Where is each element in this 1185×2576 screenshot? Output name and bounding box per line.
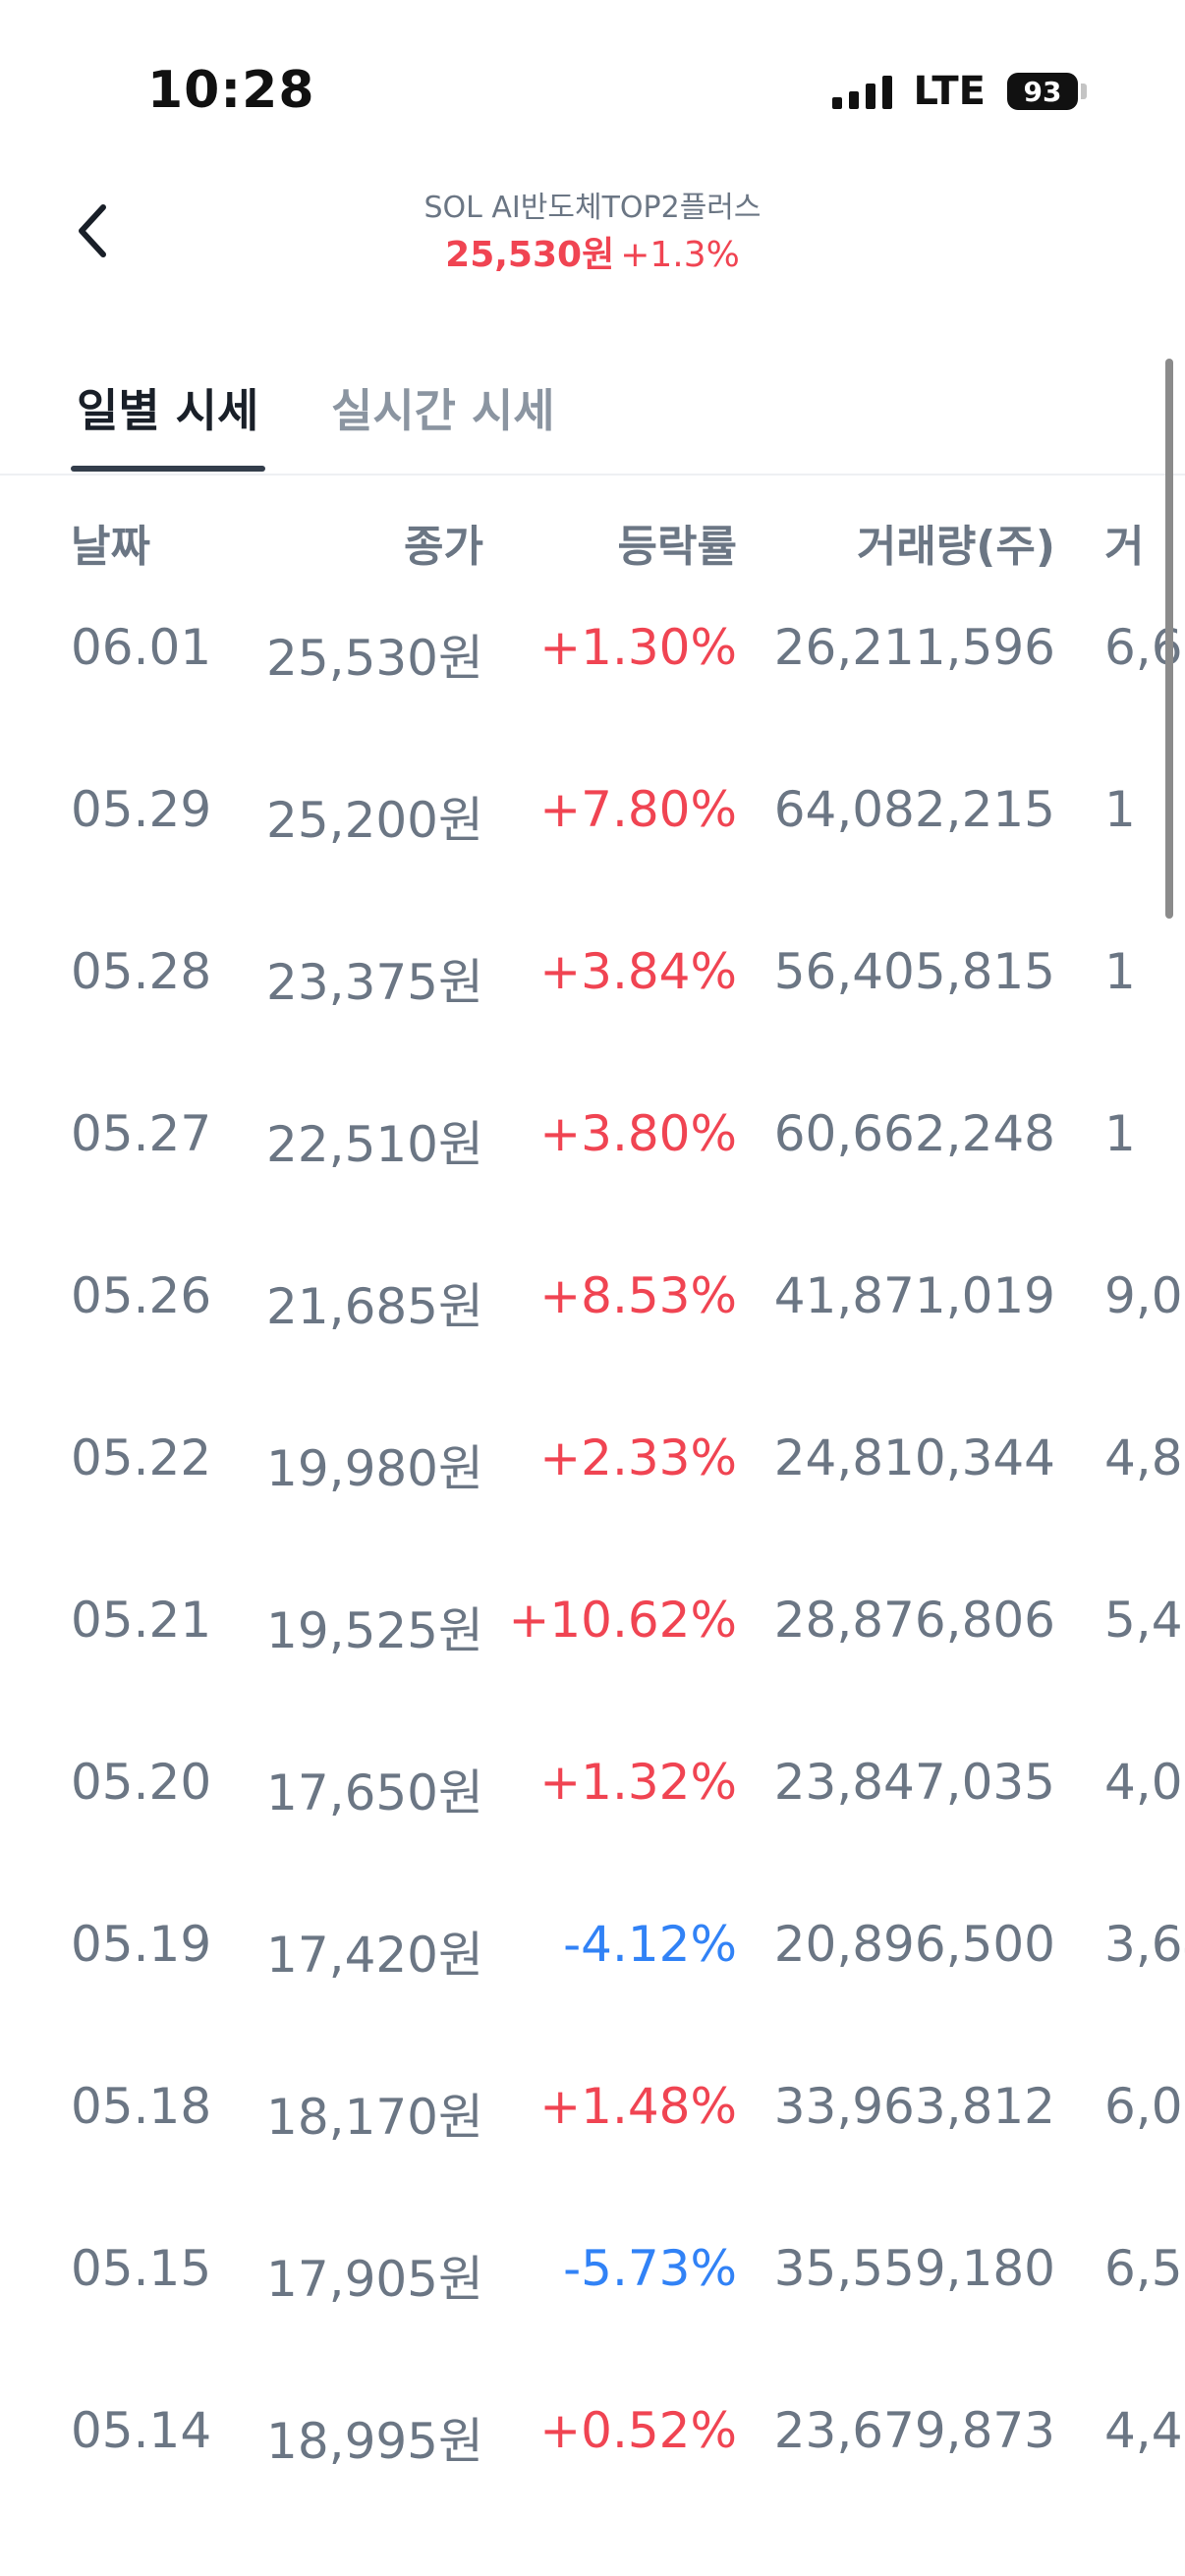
row-volume: 24,810,344 <box>773 1429 1055 1486</box>
table-row[interactable]: 05.28 23,375원 +3.84% 56,405,815 1 <box>0 943 1185 1061</box>
row-date: 05.27 <box>71 1105 212 1162</box>
row-volume: 64,082,215 <box>773 781 1055 838</box>
row-close-price: 25,200원 <box>266 792 483 849</box>
row-change-rate: -5.73% <box>563 2240 737 2297</box>
tab-realtime-price[interactable]: 실시간 시세 <box>331 375 555 440</box>
stock-price: 25,530원 <box>445 235 615 275</box>
row-close-price: 19,525원 <box>266 1602 483 1659</box>
row-change-rate: +3.80% <box>539 1105 737 1162</box>
row-change-rate: +7.80% <box>539 781 737 838</box>
row-close-price: 18,170원 <box>266 2089 483 2146</box>
row-amount: 1 <box>1104 943 1136 1000</box>
row-amount: 1 <box>1104 1105 1136 1162</box>
row-close-price: 25,530원 <box>266 630 483 687</box>
active-tab-indicator <box>71 466 265 472</box>
row-amount: 4,89 <box>1104 1429 1185 1486</box>
row-date: 06.01 <box>71 619 212 676</box>
row-close-price: 18,995원 <box>266 2413 483 2470</box>
table-row[interactable]: 05.26 21,685원 +8.53% 41,871,019 9,06 <box>0 1267 1185 1385</box>
row-date: 05.21 <box>71 1592 212 1649</box>
row-volume: 60,662,248 <box>773 1105 1055 1162</box>
row-volume: 23,679,873 <box>773 2402 1055 2459</box>
row-amount: 9,06 <box>1104 1267 1185 1324</box>
row-date: 05.15 <box>71 2240 212 2297</box>
row-date: 05.22 <box>71 1429 212 1486</box>
row-volume: 41,871,019 <box>773 1267 1055 1324</box>
stock-price-line: 25,530원 +1.3% <box>0 226 1185 277</box>
row-amount: 4,09 <box>1104 1754 1185 1811</box>
column-header-rate: 등락률 <box>617 522 737 572</box>
table-row[interactable]: 06.0125,530원+1.30%26,211,5966,62 <box>0 619 1185 737</box>
status-time: 10:28 <box>147 61 315 120</box>
table-row[interactable]: 05.22 19,980원 +2.33% 24,810,344 4,89 <box>0 1429 1185 1547</box>
row-close-price: 23,375원 <box>266 954 483 1011</box>
row-change-rate: -4.12% <box>563 1916 737 1973</box>
row-volume: 35,559,180 <box>773 2240 1055 2297</box>
row-close-price: 19,980원 <box>266 1440 483 1497</box>
row-amount: 3,64 <box>1104 1916 1185 1973</box>
signal-icon <box>831 74 892 109</box>
row-change-rate: +1.32% <box>539 1754 737 1811</box>
row-change-rate: +2.33% <box>539 1429 737 1486</box>
table-row[interactable]: 05.20 17,650원 +1.32% 23,847,035 4,09 <box>0 1754 1185 1872</box>
status-icons: LTE 93 <box>831 69 1087 114</box>
row-volume: 20,896,500 <box>773 1916 1055 1973</box>
row-volume: 23,847,035 <box>773 1754 1055 1811</box>
row-close-price: 17,420원 <box>266 1927 483 1984</box>
row-date: 05.14 <box>71 2402 212 2459</box>
header: SOL AI반도체TOP2플러스 25,530원 +1.3% <box>0 177 1185 285</box>
table-row[interactable]: 05.21 19,525원 +10.62% 28,876,806 5,49 <box>0 1592 1185 1709</box>
row-close-price: 17,650원 <box>266 1764 483 1821</box>
table-row[interactable]: 05.19 17,420원 -4.12% 20,896,500 3,64 <box>0 1916 1185 2034</box>
column-header-volume: 거래량(주) <box>856 522 1055 572</box>
scrollbar[interactable] <box>1165 359 1173 919</box>
column-header-date: 날짜 <box>71 522 150 572</box>
row-amount: 5,49 <box>1104 1592 1185 1649</box>
column-header-close: 종가 <box>404 522 483 572</box>
table-row[interactable]: 05.15 17,905원 -5.73% 35,559,180 6,58 <box>0 2240 1185 2358</box>
table-row[interactable]: 05.29 25,200원 +7.80% 64,082,215 1 <box>0 781 1185 899</box>
row-close-price: 17,905원 <box>266 2251 483 2308</box>
row-volume: 33,963,812 <box>773 2078 1055 2135</box>
row-amount: 6,02 <box>1104 2078 1185 2135</box>
battery-level: 93 <box>1023 75 1062 108</box>
battery-cap-icon <box>1081 84 1087 99</box>
row-date: 05.26 <box>71 1267 212 1324</box>
table-row[interactable]: 05.14 18,995원 +0.52% 23,679,873 4,40 <box>0 2402 1185 2520</box>
row-volume: 56,405,815 <box>773 943 1055 1000</box>
row-close-price: 22,510원 <box>266 1116 483 1173</box>
row-volume: 28,876,806 <box>773 1592 1055 1649</box>
row-date: 05.18 <box>71 2078 212 2135</box>
row-amount: 1 <box>1104 781 1136 838</box>
stock-name: SOL AI반도체TOP2플러스 <box>423 191 762 225</box>
row-date: 05.20 <box>71 1754 212 1811</box>
row-change-rate: +8.53% <box>539 1267 737 1324</box>
tab-daily-price[interactable]: 일별 시세 <box>77 375 258 440</box>
table-row[interactable]: 05.27 22,510원 +3.80% 60,662,248 1 <box>0 1105 1185 1223</box>
status-bar: 10:28 LTE 93 <box>0 0 1185 187</box>
battery-icon: 93 <box>1007 73 1078 110</box>
row-date: 05.19 <box>71 1916 212 1973</box>
tab-bar: 일별 시세 실시간 시세 <box>0 354 1185 476</box>
row-change-rate: +1.30% <box>539 619 737 676</box>
row-close-price: 21,685원 <box>266 1278 483 1335</box>
row-change-rate: +1.48% <box>539 2078 737 2135</box>
network-label: LTE <box>913 69 986 114</box>
row-date: 05.29 <box>71 781 212 838</box>
row-change-rate: +10.62% <box>508 1592 737 1649</box>
row-amount: 4,40 <box>1104 2402 1185 2459</box>
row-change-rate: +3.84% <box>539 943 737 1000</box>
column-header-amount: 거 <box>1104 522 1145 572</box>
row-volume: 26,211,596 <box>773 619 1055 676</box>
stock-change: +1.3% <box>620 235 740 275</box>
row-amount: 6,58 <box>1104 2240 1185 2297</box>
row-date: 05.28 <box>71 943 212 1000</box>
table-row[interactable]: 05.18 18,170원 +1.48% 33,963,812 6,02 <box>0 2078 1185 2196</box>
row-change-rate: +0.52% <box>539 2402 737 2459</box>
